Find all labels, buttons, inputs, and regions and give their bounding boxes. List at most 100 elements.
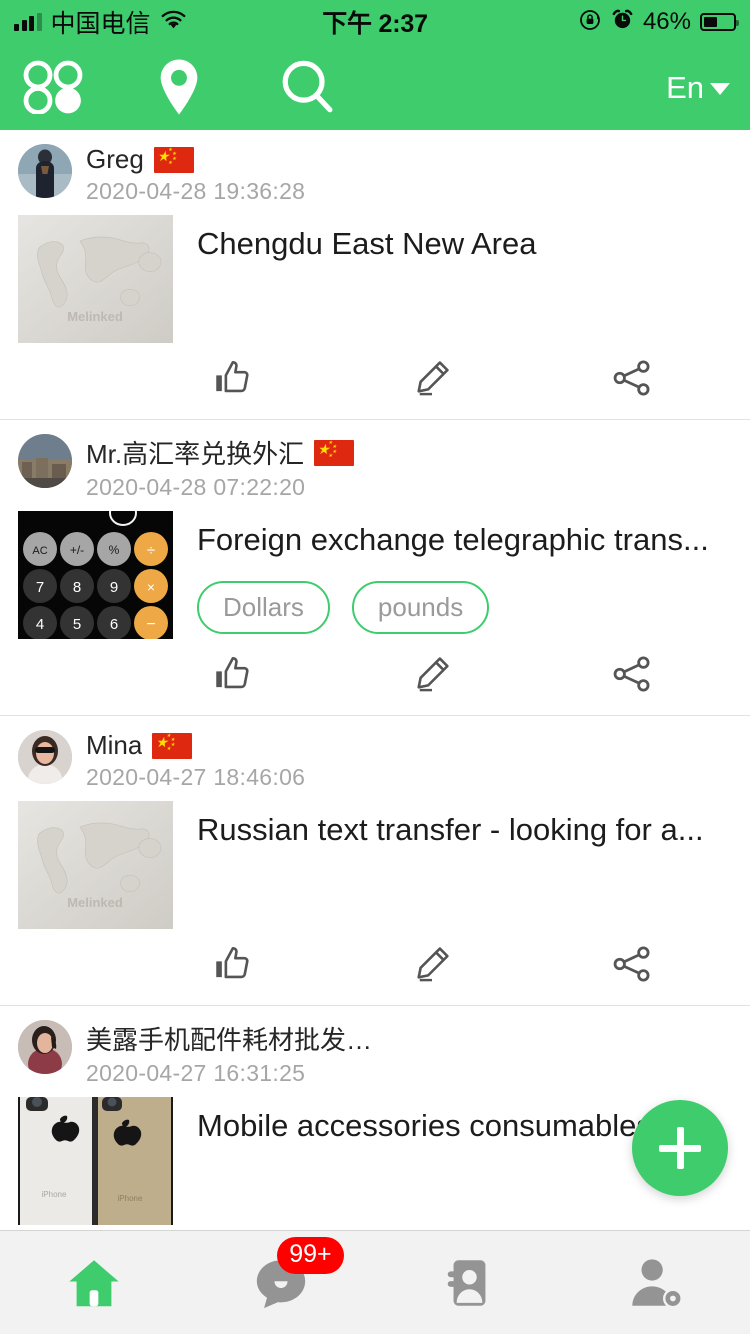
post-thumbnail[interactable]: Melinked [18,215,173,343]
avatar[interactable] [18,434,72,488]
post-action-bar [0,343,750,419]
user-settings-icon [632,1258,684,1308]
svg-text:iPhone: iPhone [118,1194,143,1203]
like-button[interactable] [132,935,332,993]
thumbs-up-icon [216,360,249,393]
post-author-block: 美露手机配件耗材批发… 2020-04-27 16:31:25 [86,1020,372,1087]
svg-text:5: 5 [73,616,81,633]
post-thumbnail[interactable]: iPhone iPhone [18,1097,173,1225]
like-button[interactable] [132,349,332,407]
home-icon [69,1259,119,1306]
post-timestamp: 2020-04-27 18:46:06 [86,764,306,790]
carrier-label: 中国电信 [50,10,151,38]
china-flag-icon: ★ ★ ★ ★ ★ [153,146,194,173]
post-tag[interactable]: Dollars [197,580,330,634]
tab-contacts[interactable] [375,1231,563,1334]
battery-icon [700,13,739,31]
post-item[interactable]: Mr.高汇率兑换外汇 ★ ★ ★ ★ ★ 2020-04-28 07:22:20 AC [0,420,750,716]
thumbs-up-icon [216,656,249,689]
post-author-block: Mina ★ ★ ★ ★ ★ 2020-04-27 18:46:06 [86,730,305,791]
cellular-signal-icon [14,13,42,31]
post-body: Melinked Russian text transfer - looking… [0,791,750,929]
like-button[interactable] [132,645,332,703]
tab-home[interactable] [0,1231,188,1334]
message-badge: 99+ [277,1237,344,1274]
post-timestamp: 2020-04-27 16:31:25 [86,1060,306,1086]
avatar[interactable] [18,144,72,198]
svg-text:%: % [109,543,120,557]
chevron-down-icon [710,83,730,95]
post-body: Melinked Chengdu East New Area [0,205,750,343]
post-content: Foreign exchange telegraphic trans... Do… [197,511,732,639]
thumbs-up-icon [216,946,249,979]
post-item[interactable]: Mina ★ ★ ★ ★ ★ 2020-04-27 18:46:06 Melin… [0,716,750,1006]
post-author-block: Greg ★ ★ ★ ★ ★ 2020-04-28 19:36:28 [86,144,305,205]
post-header: Mr.高汇率兑换外汇 ★ ★ ★ ★ ★ 2020-04-28 07:22:20 [0,434,750,501]
post-body: AC +/- % ÷ 7 8 9 × 4 5 6 − Foreign excha… [0,501,750,639]
post-item[interactable]: Greg ★ ★ ★ ★ ★ 2020-04-28 19:36:28 Melin… [0,130,750,420]
tab-messages[interactable]: 99+ [188,1231,376,1334]
share-icon [613,946,650,982]
post-thumbnail[interactable]: Melinked [18,801,173,929]
post-title[interactable]: Chengdu East New Area [197,225,732,263]
language-label: En [666,69,704,105]
create-post-fab[interactable] [632,1100,728,1196]
avatar[interactable] [18,730,72,784]
share-button[interactable] [532,645,732,703]
svg-text:4: 4 [36,616,44,633]
post-timestamp: 2020-04-28 07:22:20 [86,474,306,500]
edit-button[interactable] [332,935,532,993]
svg-text:×: × [147,579,155,595]
share-button[interactable] [532,935,732,993]
wifi-icon [160,10,187,35]
post-header: 美露手机配件耗材批发… 2020-04-27 16:31:25 [0,1020,750,1087]
post-action-bar [0,929,750,1005]
rotation-lock-icon [578,8,602,37]
share-icon [613,656,650,692]
author-name: Mina [86,730,143,760]
search-icon[interactable] [277,57,339,117]
svg-text:7: 7 [36,579,44,596]
battery-percent-label: 46% [642,8,691,35]
post-tag-list: Dollars pounds [197,580,732,634]
author-row: 美露手机配件耗材批发… [86,1020,372,1057]
post-header: Mina ★ ★ ★ ★ ★ 2020-04-27 18:46:06 [0,730,750,791]
svg-text:Melinked: Melinked [67,309,123,324]
post-timestamp: 2020-04-28 19:36:28 [86,178,306,204]
alarm-clock-icon [611,8,634,36]
post-tag[interactable]: pounds [351,580,490,634]
pencil-icon [417,947,449,982]
language-selector[interactable]: En [666,72,730,103]
china-flag-icon: ★ ★ ★ ★ ★ [152,732,193,759]
post-title[interactable]: Foreign exchange telegraphic trans... [197,521,732,559]
contacts-icon [447,1259,486,1306]
post-title[interactable]: Russian text transfer - looking for a... [197,811,732,849]
share-button[interactable] [532,349,732,407]
share-icon [613,360,650,396]
bottom-tab-bar: 99+ [0,1230,750,1334]
post-author-block: Mr.高汇率兑换外汇 ★ ★ ★ ★ ★ 2020-04-28 07:22:20 [86,434,355,501]
svg-text:Melinked: Melinked [67,895,123,910]
svg-text:AC: AC [32,545,47,557]
grid-dots-icon[interactable] [22,60,84,114]
edit-button[interactable] [332,349,532,407]
edit-button[interactable] [332,645,532,703]
app-header: En [0,44,750,130]
tab-profile-settings[interactable] [563,1231,750,1334]
author-row: Mina ★ ★ ★ ★ ★ [86,730,305,761]
svg-text:iPhone: iPhone [42,1190,67,1199]
status-bar-right: 46% [578,8,739,37]
post-content: Russian text transfer - looking for a... [197,801,732,929]
china-flag-icon: ★ ★ ★ ★ ★ [314,439,355,466]
post-action-bar [0,639,750,715]
author-row: Mr.高汇率兑换外汇 ★ ★ ★ ★ ★ [86,434,355,471]
author-name: Greg [86,144,144,174]
svg-text:9: 9 [110,579,118,596]
post-header: Greg ★ ★ ★ ★ ★ 2020-04-28 19:36:28 [0,144,750,205]
svg-text:−: − [146,616,155,633]
location-pin-icon[interactable] [148,59,210,115]
post-thumbnail[interactable]: AC +/- % ÷ 7 8 9 × 4 5 6 − [18,511,173,639]
status-bar-left: 中国电信 [14,4,187,40]
avatar[interactable] [18,1020,72,1074]
pencil-icon [417,657,449,692]
